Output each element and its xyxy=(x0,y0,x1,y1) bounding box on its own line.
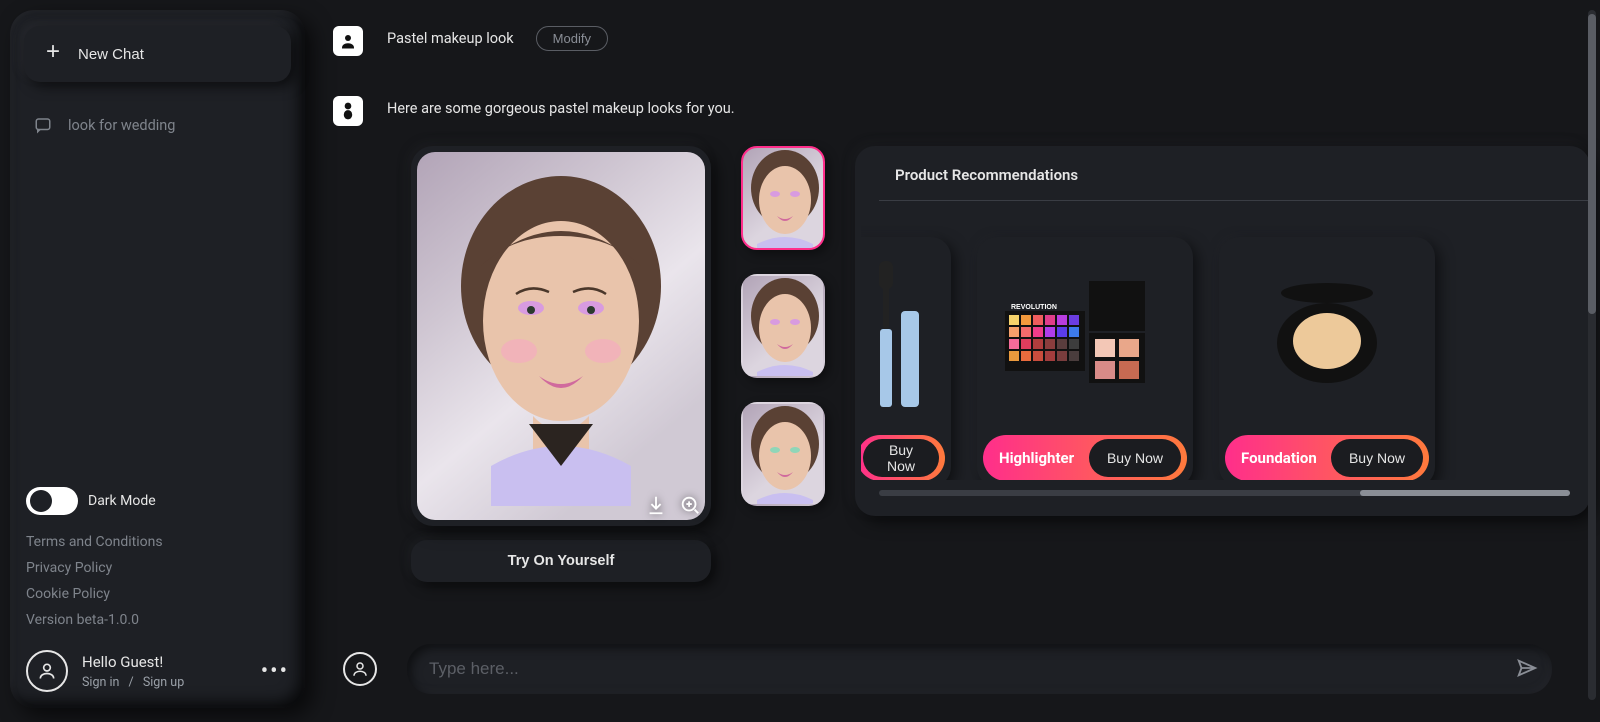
main-image-column: Try On Yourself xyxy=(411,146,711,582)
face-illustration xyxy=(743,404,825,506)
avatar[interactable] xyxy=(26,650,68,692)
product-card[interactable]: Buy Now xyxy=(861,237,951,480)
user-icon xyxy=(351,660,369,678)
send-button[interactable] xyxy=(1516,657,1538,682)
user-message-row: Pastel makeup look Modify xyxy=(333,26,1590,56)
greeting-text: Hello Guest! xyxy=(82,653,247,671)
svg-text:REVOLUTION: REVOLUTION xyxy=(1011,304,1057,311)
main-look-card xyxy=(411,146,711,526)
try-on-button[interactable]: Try On Yourself xyxy=(411,540,711,582)
product-image xyxy=(861,237,951,435)
chat-bubble-icon xyxy=(34,116,52,134)
products-panel: Product Recommendations Buy Now xyxy=(855,146,1590,516)
user-icon xyxy=(339,32,357,50)
send-icon xyxy=(1516,657,1538,679)
mascara-icon xyxy=(871,261,931,411)
composer-input[interactable] xyxy=(429,659,1516,679)
main-look-image[interactable] xyxy=(417,152,705,520)
product-scrollbar-track[interactable] xyxy=(879,490,1570,496)
dark-mode-toggle[interactable] xyxy=(26,487,78,515)
chat-history-label: look for wedding xyxy=(68,117,175,134)
face-illustration xyxy=(743,276,825,378)
product-card[interactable]: REVOLUTION Highlighter Buy Now xyxy=(977,237,1193,480)
product-image xyxy=(1219,237,1435,435)
signup-link[interactable]: Sign up xyxy=(143,675,184,690)
main: Pastel makeup look Modify Here are some … xyxy=(315,0,1600,722)
product-scrollbar-thumb[interactable] xyxy=(1360,490,1570,496)
look-thumbnail-1[interactable] xyxy=(741,146,825,250)
chat-history-item[interactable]: look for wedding xyxy=(30,108,285,142)
terms-link[interactable]: Terms and Conditions xyxy=(26,529,289,555)
user-icon xyxy=(37,661,57,681)
composer-avatar[interactable] xyxy=(343,652,377,686)
signin-link[interactable]: Sign in xyxy=(82,675,119,690)
buy-now-button[interactable]: Buy Now xyxy=(1331,439,1423,477)
user-row: Hello Guest! Sign in / Sign up ••• xyxy=(26,650,289,692)
products-title: Product Recommendations xyxy=(895,166,1590,184)
look-thumbnail-2[interactable] xyxy=(741,274,825,378)
scrollbar-track[interactable] xyxy=(1588,10,1596,700)
bot-reply-text: Here are some gorgeous pastel makeup loo… xyxy=(387,96,735,117)
buy-now-button[interactable]: Buy Now xyxy=(863,439,939,477)
result-area: Try On Yourself xyxy=(411,146,1590,582)
product-image: REVOLUTION xyxy=(977,237,1193,435)
composer-row xyxy=(333,630,1590,712)
new-chat-label: New Chat xyxy=(78,46,144,63)
zoom-icon[interactable] xyxy=(679,494,701,516)
palette-icon: REVOLUTION xyxy=(1005,281,1165,391)
version-text: Version beta-1.0.0 xyxy=(26,607,289,642)
sidebar: New Chat look for wedding Dark Mode Term… xyxy=(10,10,305,708)
user-prompt-text: Pastel makeup look xyxy=(387,30,514,47)
product-name: Highlighter xyxy=(999,449,1074,467)
modify-button[interactable]: Modify xyxy=(536,26,608,51)
sidebar-footer: Dark Mode Terms and Conditions Privacy P… xyxy=(24,481,291,692)
look-thumbnail-3[interactable] xyxy=(741,402,825,506)
bot-message-row: Here are some gorgeous pastel makeup loo… xyxy=(333,96,1590,126)
thumbnail-column xyxy=(741,146,825,582)
buy-now-button[interactable]: Buy Now xyxy=(1089,439,1181,477)
composer xyxy=(407,644,1552,694)
plus-icon xyxy=(44,45,62,63)
face-illustration xyxy=(431,166,691,506)
bot-avatar xyxy=(333,96,363,126)
toggle-knob xyxy=(30,490,52,512)
new-chat-button[interactable]: New Chat xyxy=(24,26,291,82)
dark-mode-label: Dark Mode xyxy=(88,493,156,509)
chat-history: look for wedding xyxy=(24,108,291,142)
download-icon[interactable] xyxy=(645,494,667,516)
user-avatar xyxy=(333,26,363,56)
product-name: Foundation xyxy=(1241,449,1317,467)
bot-icon xyxy=(338,101,358,121)
scrollbar-thumb[interactable] xyxy=(1588,14,1596,314)
face-illustration xyxy=(743,148,825,250)
compact-icon xyxy=(1267,281,1387,391)
cookie-link[interactable]: Cookie Policy xyxy=(26,581,289,607)
products-row[interactable]: Buy Now xyxy=(861,201,1590,480)
more-menu-button[interactable]: ••• xyxy=(261,659,289,684)
privacy-link[interactable]: Privacy Policy xyxy=(26,555,289,581)
sep: / xyxy=(129,675,134,690)
product-card[interactable]: Foundation Buy Now xyxy=(1219,237,1435,480)
